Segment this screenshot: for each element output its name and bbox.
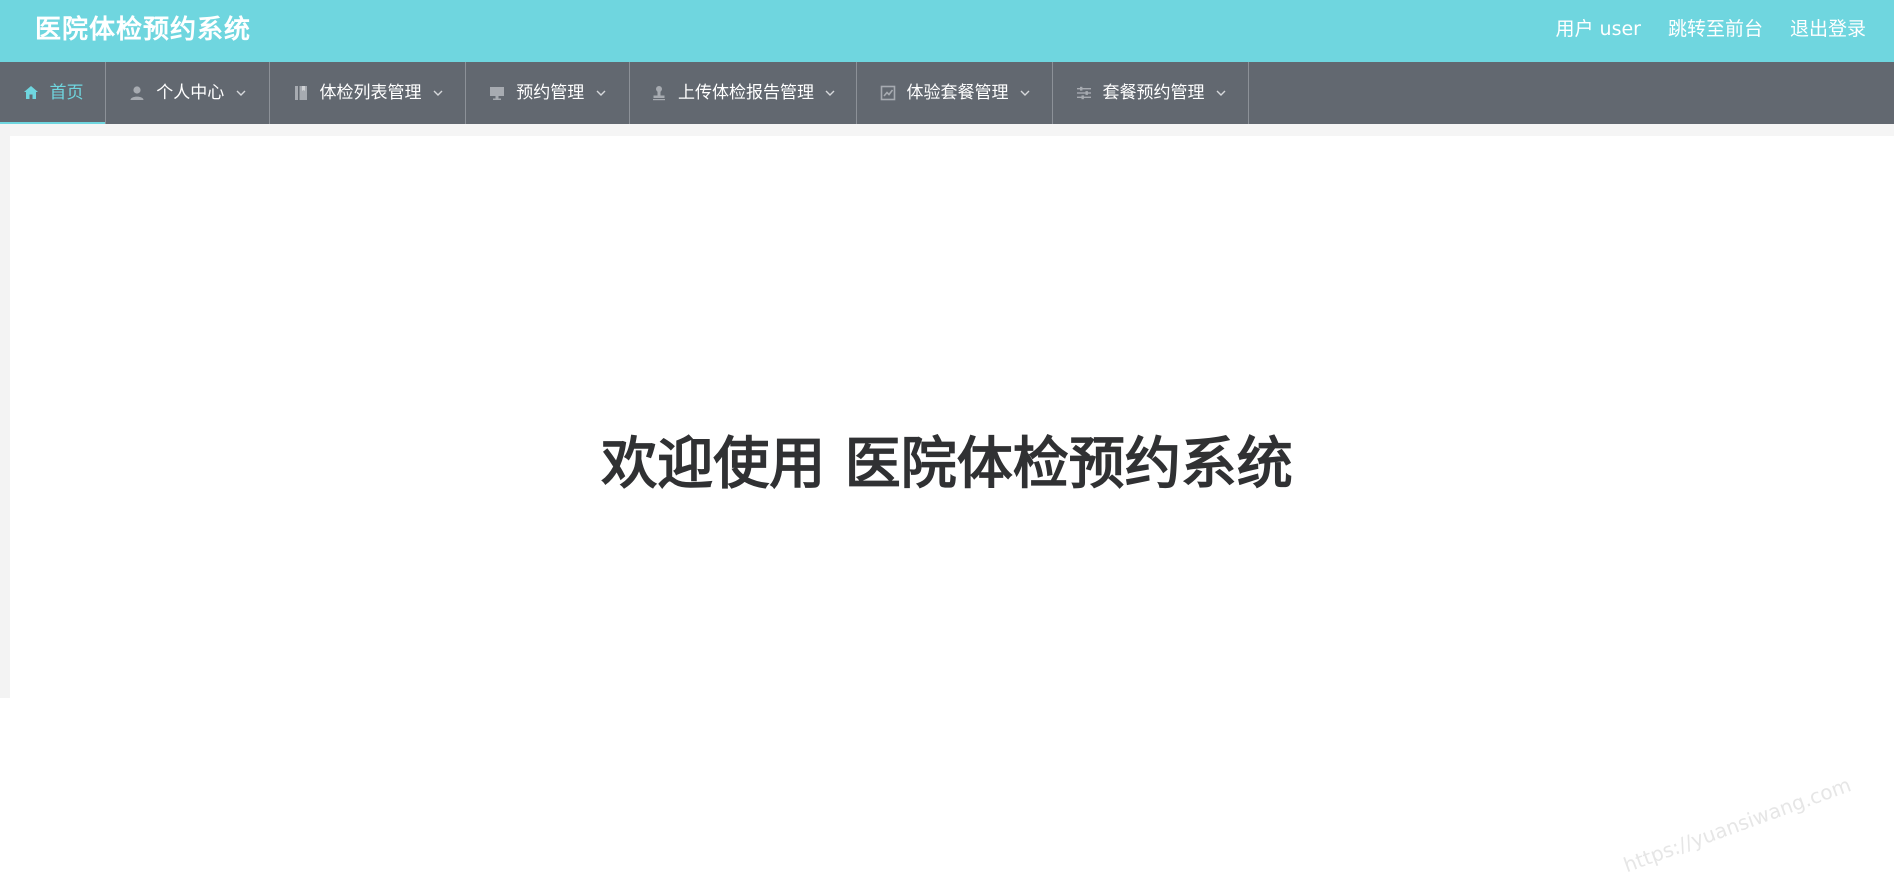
nav-item-upload-report[interactable]: 上传体检报告管理 <box>630 62 857 124</box>
content-left-strip <box>0 124 10 698</box>
main-content <box>0 124 1894 698</box>
chevron-down-icon <box>594 86 607 100</box>
chevron-down-icon <box>432 86 444 100</box>
logout-link[interactable]: 退出登录 <box>1790 16 1866 42</box>
content-top-divider <box>0 124 1894 136</box>
main-nav: 首页 个人中心 体检列表管理 <box>0 62 1894 124</box>
welcome-heading: 欢迎使用 医院体检预约系统 <box>0 430 1894 500</box>
nav-label-package-appointment: 套餐预约管理 <box>1103 83 1205 103</box>
nav-item-personal-center[interactable]: 个人中心 <box>106 62 270 124</box>
nav-label-upload-report: 上传体检报告管理 <box>678 83 814 103</box>
stamp-icon <box>650 83 668 103</box>
monitor-icon <box>488 83 506 103</box>
watermark: https://yuansiwang.com <box>1620 772 1854 877</box>
chart-icon <box>879 83 897 103</box>
book-icon <box>292 83 310 103</box>
top-header: 医院体检预约系统 用户 user 跳转至前台 退出登录 <box>0 0 1894 62</box>
nav-label-exam-list: 体检列表管理 <box>320 83 422 103</box>
nav-item-home[interactable]: 首页 <box>0 62 106 124</box>
chevron-down-icon <box>234 86 247 100</box>
nav-item-exam-list[interactable]: 体检列表管理 <box>270 62 466 124</box>
nav-label-home: 首页 <box>50 83 84 103</box>
nav-label-appointment: 预约管理 <box>516 83 584 103</box>
nav-item-appointment[interactable]: 预约管理 <box>466 62 630 124</box>
header-links: 用户 user 跳转至前台 退出登录 <box>1555 16 1866 42</box>
chevron-down-icon <box>1019 86 1031 100</box>
home-icon <box>22 83 40 103</box>
user-account-link[interactable]: 用户 user <box>1555 16 1640 42</box>
nav-label-package: 体验套餐管理 <box>907 83 1009 103</box>
chevron-down-icon <box>1215 86 1227 100</box>
brand-title: 医院体检预约系统 <box>35 13 251 47</box>
nav-label-personal-center: 个人中心 <box>156 83 224 103</box>
user-icon <box>128 83 146 103</box>
nav-item-package-appointment[interactable]: 套餐预约管理 <box>1053 62 1249 124</box>
chevron-down-icon <box>824 86 836 100</box>
sliders-icon <box>1075 83 1093 103</box>
nav-item-package[interactable]: 体验套餐管理 <box>857 62 1053 124</box>
goto-frontend-link[interactable]: 跳转至前台 <box>1668 16 1763 42</box>
